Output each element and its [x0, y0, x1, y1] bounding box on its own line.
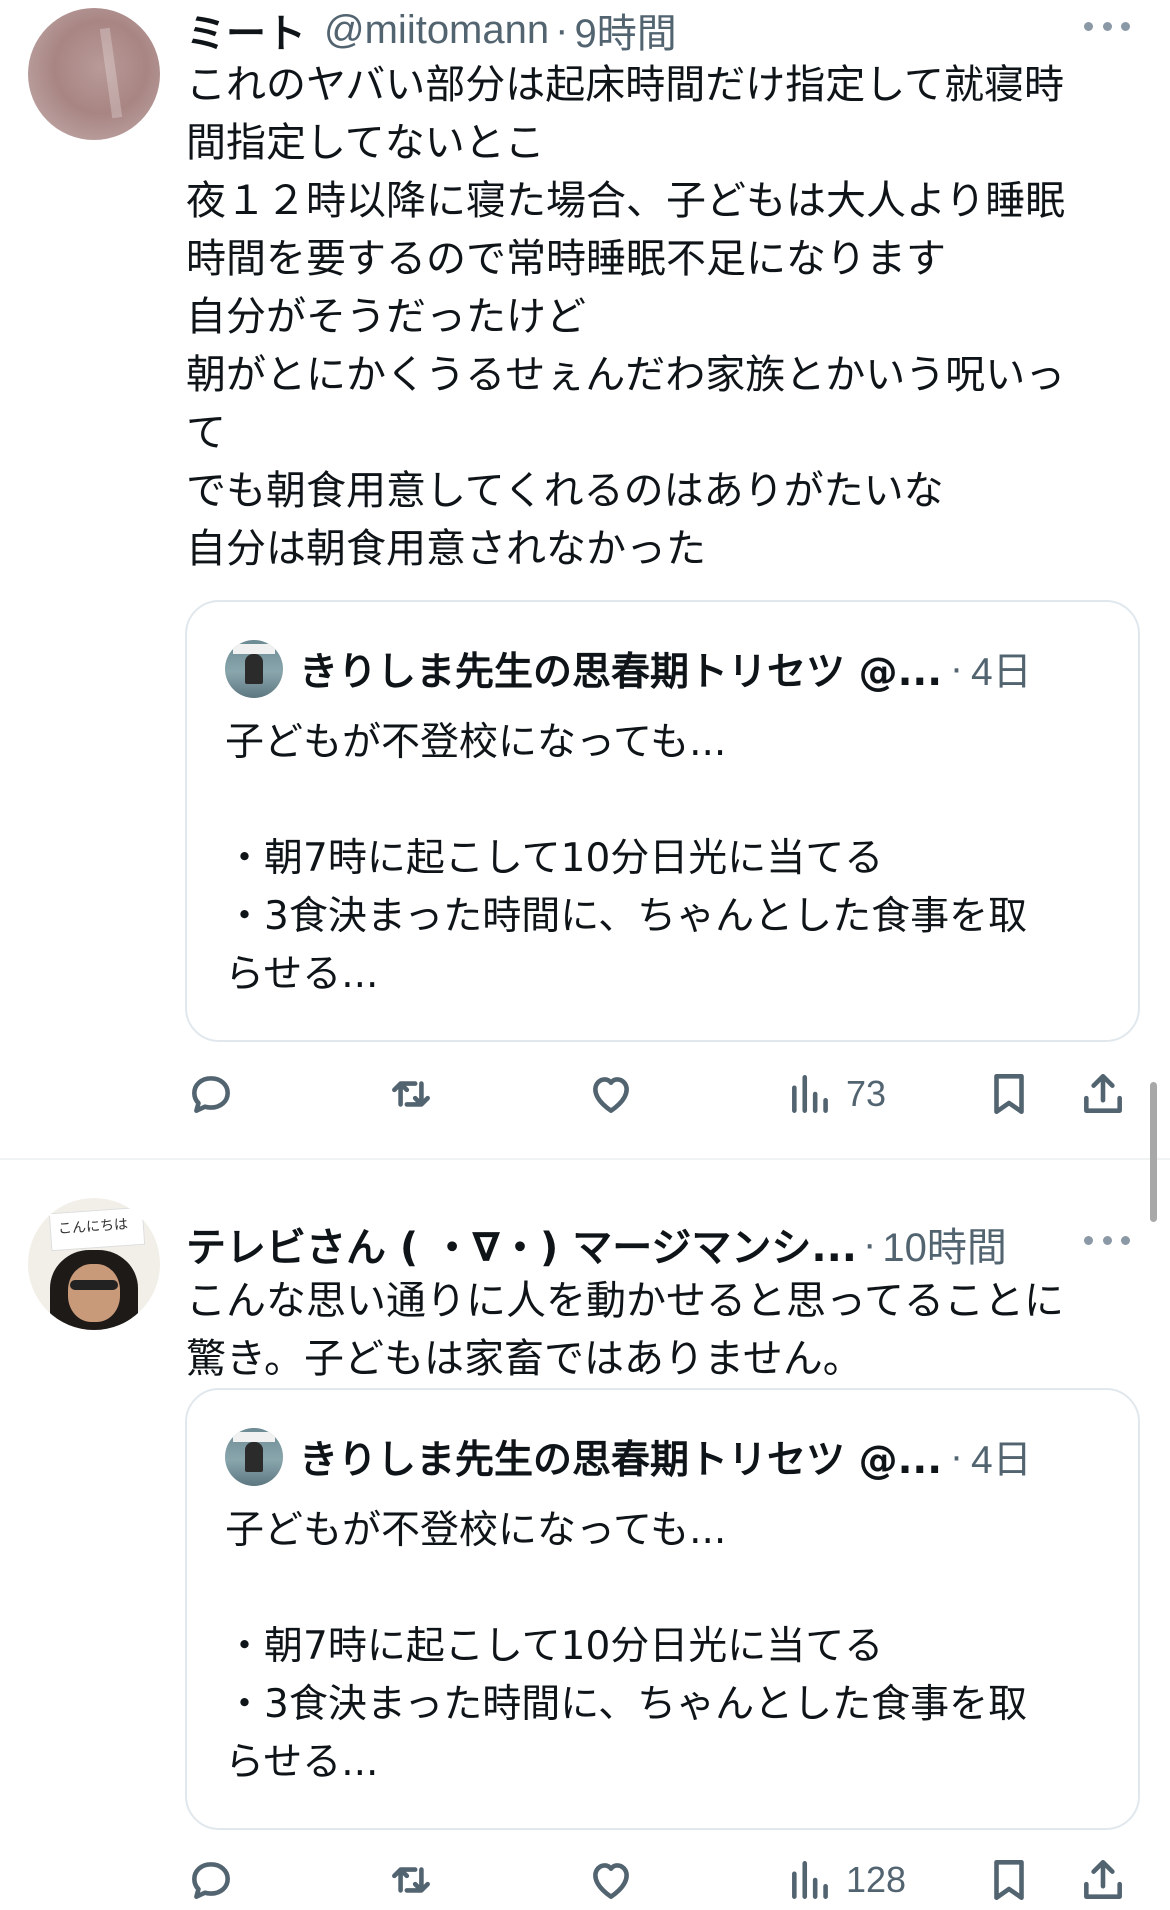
quote-separator-dot: · — [950, 1435, 964, 1478]
avatar[interactable]: こんにちは — [28, 1198, 160, 1330]
heart-icon — [593, 1077, 629, 1113]
quote-tweet-card[interactable]: きりしま先生の思春期トリセツ @... · 4日 子どもが不登校になっても...… — [185, 1388, 1140, 1830]
bookmark-icon — [994, 1860, 1024, 1900]
more-horizontal-icon[interactable] — [1084, 1228, 1130, 1252]
display-name[interactable]: テレビさん ( ・∇・) マージマンシ... — [186, 1215, 857, 1273]
quote-timestamp: 4日 — [971, 1439, 1032, 1482]
quote-avatar — [225, 640, 283, 698]
bookmark-icon — [994, 1074, 1024, 1114]
scrollbar[interactable] — [1150, 1082, 1157, 1222]
quote-author-name: きりしま先生の思春期トリセツ @... — [299, 650, 943, 695]
bookmark-button[interactable] — [984, 1850, 1034, 1910]
retweet-button[interactable] — [386, 1064, 436, 1124]
retweet-icon — [392, 1867, 430, 1893]
display-name[interactable]: ミート — [186, 1, 306, 59]
retweet-icon — [392, 1081, 430, 1107]
tweet[interactable]: ミート @miitomann · 9時間 これのヤバい部分は起床時間だけ指定して… — [0, 0, 1170, 1148]
quote-header: きりしま先生の思春期トリセツ @... · 4日 — [299, 1426, 1108, 1488]
tweet-header: テレビさん ( ・∇・) マージマンシ... · 10時間 — [186, 1214, 1130, 1274]
views-button[interactable]: 128 — [786, 1850, 906, 1910]
user-handle[interactable]: @miitomann — [324, 8, 549, 53]
share-button[interactable] — [1078, 1064, 1128, 1124]
quote-avatar — [225, 1428, 283, 1486]
quote-tweet-card[interactable]: きりしま先生の思春期トリセツ @... · 4日 子どもが不登校になっても...… — [185, 600, 1140, 1042]
views-chart-icon — [792, 1861, 828, 1899]
quote-author-name: きりしま先生の思春期トリセツ @... — [299, 1438, 943, 1483]
separator-dot: · — [555, 7, 569, 52]
views-count: 128 — [846, 1859, 907, 1900]
timestamp[interactable]: 10時間 — [882, 1215, 1007, 1273]
reply-icon — [192, 1076, 230, 1113]
tweet-actions: 128 — [186, 1850, 1136, 1910]
tweet[interactable]: こんにちは テレビさん ( ・∇・) マージマンシ... · 10時間 こんな思… — [0, 1162, 1170, 1900]
bookmark-button[interactable] — [984, 1064, 1034, 1124]
tweet-text: これのヤバい部分は起床時間だけ指定して就寝時 間指定してないとこ 夜１２時以降に… — [186, 62, 1066, 572]
quote-text: 子どもが不登校になっても... ・朝7時に起こして10分日光に当てる ・3食決ま… — [225, 1508, 1028, 1785]
like-button[interactable] — [586, 1064, 636, 1124]
reply-button[interactable] — [186, 1064, 236, 1124]
views-button[interactable]: 73 — [786, 1064, 886, 1124]
tweet-text: こんな思い通りに人を動かせると思ってることに 驚き。子どもは家畜ではありません。 — [186, 1278, 1064, 1382]
quote-separator-dot: · — [950, 647, 964, 690]
share-icon — [1084, 1074, 1122, 1113]
views-chart-icon — [792, 1075, 828, 1113]
heart-icon — [593, 1863, 629, 1899]
views-count: 73 — [846, 1073, 887, 1114]
share-button[interactable] — [1078, 1850, 1128, 1910]
tweet-divider — [0, 1158, 1170, 1160]
tweet-header: ミート @miitomann · 9時間 — [186, 0, 1130, 60]
quote-header: きりしま先生の思春期トリセツ @... · 4日 — [299, 638, 1108, 700]
more-horizontal-icon[interactable] — [1084, 14, 1130, 38]
quote-timestamp: 4日 — [971, 651, 1032, 694]
avatar[interactable] — [28, 8, 160, 140]
retweet-button[interactable] — [386, 1850, 436, 1910]
tweet-actions: 73 — [186, 1064, 1136, 1124]
timestamp[interactable]: 9時間 — [574, 1, 676, 59]
separator-dot: · — [863, 1221, 877, 1266]
like-button[interactable] — [586, 1850, 636, 1910]
share-icon — [1084, 1860, 1122, 1899]
reply-icon — [192, 1862, 230, 1899]
quote-text: 子どもが不登校になっても... ・朝7時に起こして10分日光に当てる ・3食決ま… — [225, 720, 1028, 997]
reply-button[interactable] — [186, 1850, 236, 1910]
